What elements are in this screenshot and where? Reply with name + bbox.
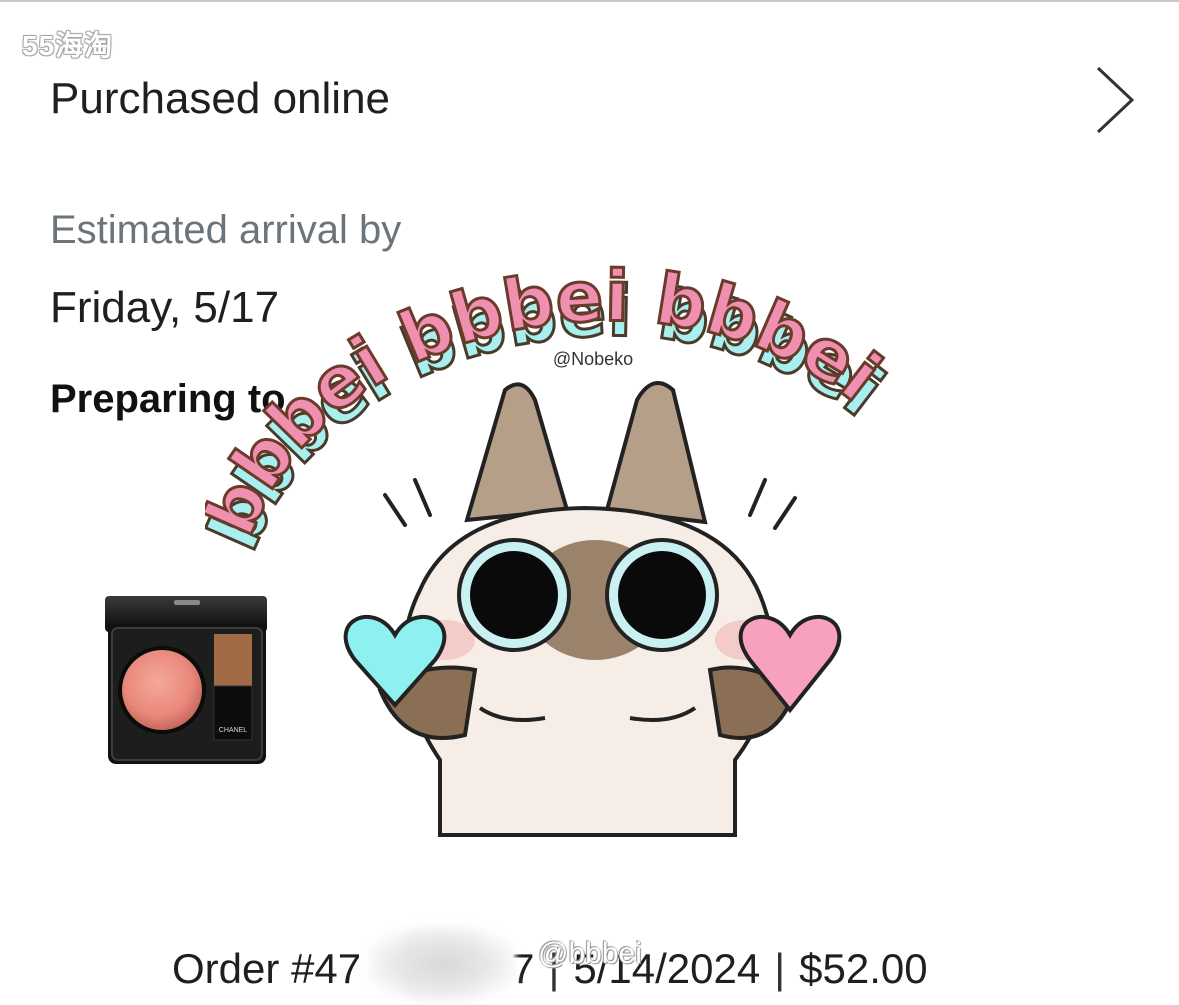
order-total: $52.00 [799,945,928,992]
weibo-watermark: @bbbei [538,937,642,970]
purchase-type-title: Purchased online [50,74,391,123]
sticker-credit: @Nobeko [553,349,633,369]
order-number: Order #47 [172,945,362,992]
top-divider [0,0,1179,2]
separator: | [774,945,786,992]
chevron-right-icon[interactable] [1090,62,1140,138]
redaction-blur [368,925,516,1003]
site-watermark: 55海淘 [22,30,114,61]
siamese-cat-sticker-icon: bbbei bbbei bbbei bbbei bbbei bbbei @Nob… [205,253,900,837]
